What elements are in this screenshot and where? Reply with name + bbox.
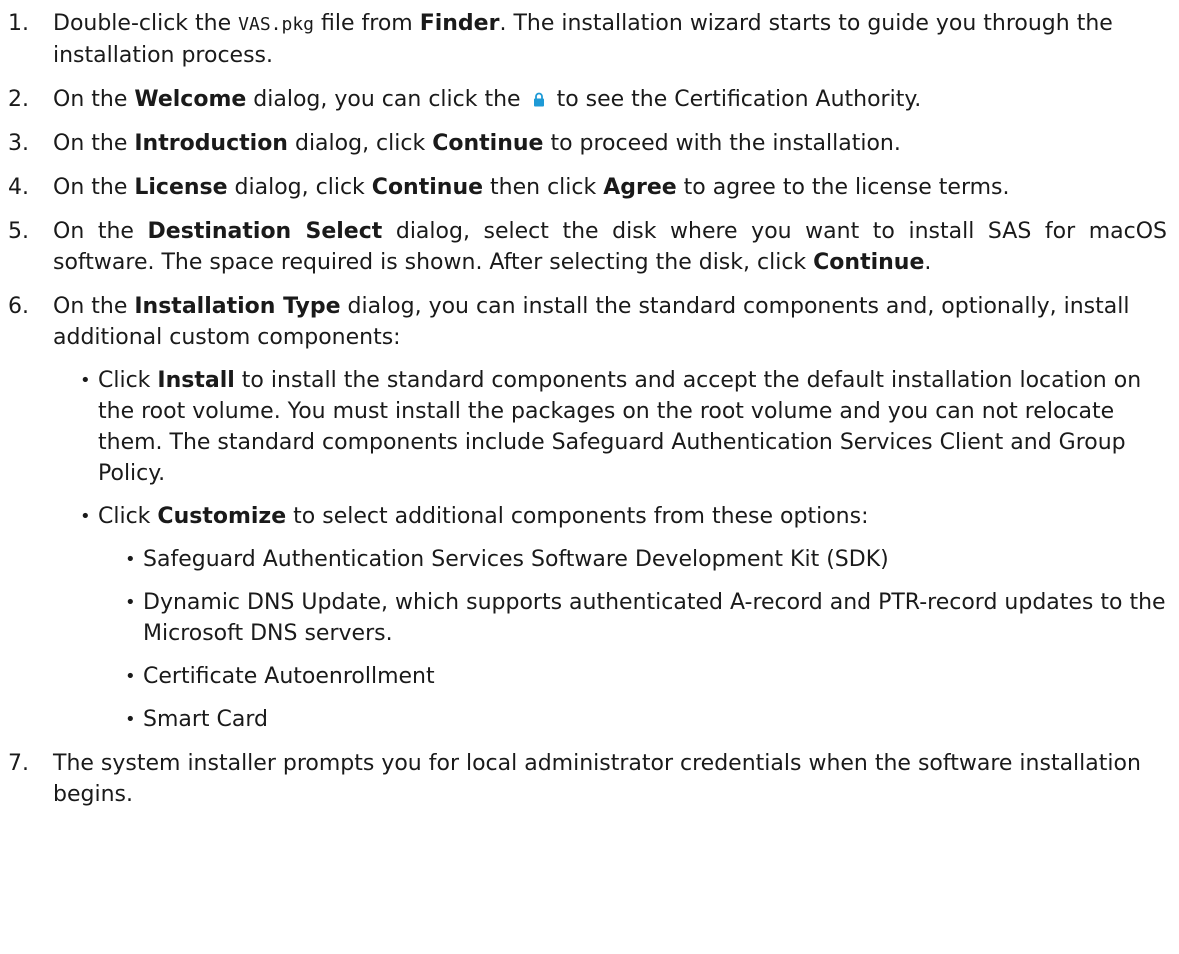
component-item: Safeguard Authentication Services Softwa…	[98, 544, 1167, 575]
component-item: Dynamic DNS Update, which supports authe…	[98, 587, 1167, 649]
step-text: On the	[53, 219, 148, 244]
step-4: 4. On the License dialog, click Continue…	[8, 172, 1167, 203]
continue-term: Continue	[813, 250, 925, 275]
continue-term: Continue	[432, 131, 544, 156]
custom-components-list: Safeguard Authentication Services Softwa…	[98, 544, 1167, 735]
installation-instructions: 1. Double-click the VAS.pkg file from Fi…	[0, 0, 1179, 810]
step-number: 5.	[8, 219, 29, 244]
step-text: file from	[314, 11, 420, 36]
component-item: Certificate Autoenrollment	[98, 661, 1167, 692]
step-text: The system installer prompts you for loc…	[53, 751, 1141, 807]
steps-list: 1. Double-click the VAS.pkg file from Fi…	[8, 8, 1167, 810]
step-1: 1. Double-click the VAS.pkg file from Fi…	[8, 8, 1167, 71]
step-text: dialog, you can click the	[246, 87, 528, 112]
step-text: .	[924, 250, 932, 275]
introduction-term: Introduction	[134, 131, 288, 156]
customize-term: Customize	[157, 504, 287, 529]
file-name-code: VAS.pkg	[238, 14, 315, 35]
step-text: On the	[53, 131, 135, 156]
option-text: to install the standard components and a…	[98, 368, 1142, 486]
license-term: License	[134, 175, 228, 200]
step-6: 6. On the Installation Type dialog, you …	[8, 291, 1167, 735]
destination-select-term: Destination Select	[147, 219, 383, 244]
option-text: Click	[98, 368, 158, 393]
welcome-term: Welcome	[134, 87, 247, 112]
step-number: 6.	[8, 294, 29, 319]
step-number: 1.	[8, 11, 29, 36]
finder-term: Finder	[419, 11, 500, 36]
step-7: 7. The system installer prompts you for …	[8, 748, 1167, 810]
step-2: 2. On the Welcome dialog, you can click …	[8, 84, 1167, 115]
step-text: On the	[53, 294, 135, 319]
step-text: to proceed with the installation.	[543, 131, 901, 156]
step-3: 3. On the Introduction dialog, click Con…	[8, 128, 1167, 159]
customize-option: Click Customize to select additional com…	[53, 501, 1167, 735]
installation-options-list: Click Install to install the standard co…	[53, 365, 1167, 735]
install-option: Click Install to install the standard co…	[53, 365, 1167, 489]
step-text: On the	[53, 175, 135, 200]
step-number: 2.	[8, 87, 29, 112]
install-term: Install	[157, 368, 235, 393]
step-text: dialog, click	[287, 131, 433, 156]
lock-icon	[528, 84, 550, 115]
step-number: 4.	[8, 175, 29, 200]
continue-term: Continue	[371, 175, 484, 200]
step-text: Double-click the	[53, 11, 239, 36]
option-text: to select additional components from the…	[286, 504, 869, 529]
step-text: dialog, click	[227, 175, 372, 200]
installation-type-term: Installation Type	[134, 294, 341, 319]
step-5: 5. On the Destination Select dialog, sel…	[8, 216, 1167, 278]
step-text: to see the Certification Authority.	[549, 87, 922, 112]
step-number: 7.	[8, 751, 29, 776]
step-text: to agree to the license terms.	[676, 175, 1010, 200]
step-text: On the	[53, 87, 135, 112]
step-number: 3.	[8, 131, 29, 156]
agree-term: Agree	[603, 175, 677, 200]
component-item: Smart Card	[98, 704, 1167, 735]
option-text: Click	[98, 504, 158, 529]
step-text: then click	[483, 175, 604, 200]
